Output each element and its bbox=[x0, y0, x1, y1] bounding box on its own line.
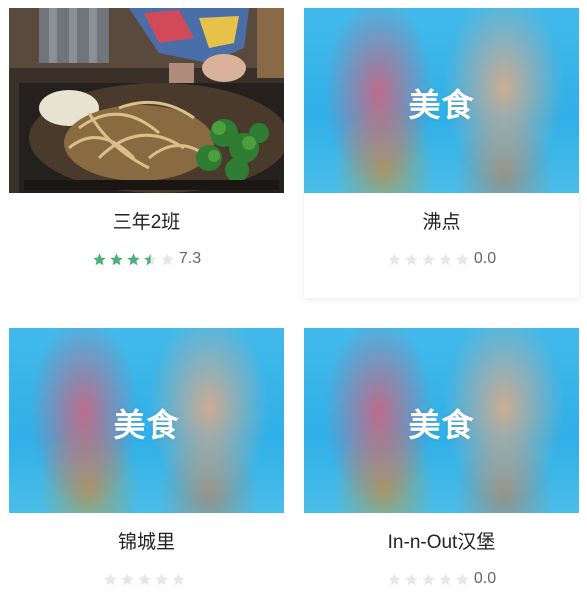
rating-score: 0.0 bbox=[473, 250, 497, 267]
restaurant-photo-placeholder: 美食 bbox=[304, 8, 579, 193]
star-empty-icon bbox=[155, 572, 168, 585]
restaurant-name: 锦城里 bbox=[117, 532, 175, 553]
restaurant-card[interactable]: 三年2班 7.3 bbox=[9, 8, 284, 298]
star-empty-icon bbox=[172, 572, 185, 585]
star-icon bbox=[127, 252, 140, 265]
placeholder-label: 美食 bbox=[113, 407, 180, 443]
restaurant-name: In-n-Out汉堡 bbox=[387, 532, 496, 553]
rating-score: 7.3 bbox=[178, 250, 202, 267]
star-icon bbox=[110, 252, 123, 265]
star-rating: 0.0 bbox=[304, 250, 579, 268]
restaurant-name: 沸点 bbox=[422, 212, 461, 233]
star-empty-icon bbox=[121, 572, 134, 585]
star-rating bbox=[9, 570, 284, 588]
star-empty-icon bbox=[161, 252, 174, 265]
star-empty-icon bbox=[456, 572, 469, 585]
rating-score: 0.0 bbox=[473, 570, 497, 587]
placeholder-label: 美食 bbox=[408, 87, 475, 123]
placeholder-label: 美食 bbox=[408, 407, 475, 443]
restaurant-card[interactable]: 美食 In-n-Out汉堡 0.0 bbox=[304, 328, 579, 606]
star-icon bbox=[93, 252, 106, 265]
restaurant-grid: 三年2班 7.3 美食 沸点 0.0 美食 锦城里 美食 In-n-Out汉堡 … bbox=[0, 0, 587, 606]
star-rating: 0.0 bbox=[304, 570, 579, 588]
star-empty-icon bbox=[388, 572, 401, 585]
restaurant-card[interactable]: 美食 锦城里 bbox=[9, 328, 284, 606]
star-half-icon bbox=[144, 252, 157, 265]
star-empty-icon bbox=[138, 572, 151, 585]
star-empty-icon bbox=[456, 252, 469, 265]
star-empty-icon bbox=[388, 252, 401, 265]
star-empty-icon bbox=[439, 252, 452, 265]
star-empty-icon bbox=[422, 252, 435, 265]
star-empty-icon bbox=[405, 572, 418, 585]
restaurant-card[interactable]: 美食 沸点 0.0 bbox=[304, 8, 579, 298]
star-empty-icon bbox=[439, 572, 452, 585]
star-empty-icon bbox=[405, 252, 418, 265]
star-empty-icon bbox=[422, 572, 435, 585]
restaurant-photo-placeholder: 美食 bbox=[304, 328, 579, 513]
restaurant-name: 三年2班 bbox=[112, 212, 181, 233]
restaurant-photo bbox=[9, 8, 284, 193]
star-empty-icon bbox=[104, 572, 117, 585]
restaurant-photo-placeholder: 美食 bbox=[9, 328, 284, 513]
star-rating: 7.3 bbox=[9, 250, 284, 268]
